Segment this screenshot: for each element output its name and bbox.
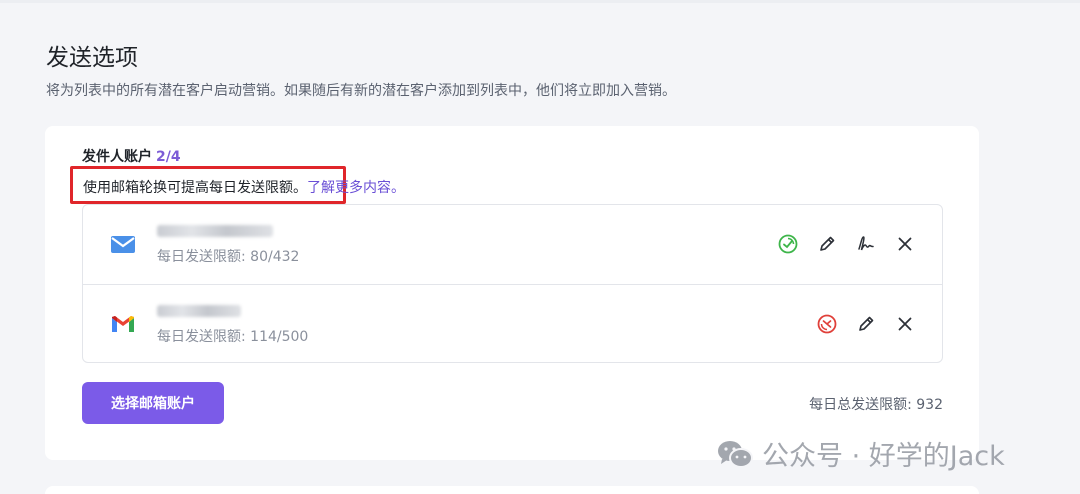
edit-pencil-icon[interactable] [855,313,877,335]
account-row: 每日发送限额: 80/432 [83,205,942,284]
remove-close-icon[interactable] [894,233,916,255]
account-list: 每日发送限额: 80/432 每日发送限额: 114/500 [82,204,943,363]
next-section-card [45,486,979,494]
paused-status-icon[interactable] [816,313,838,335]
select-mailbox-button[interactable]: 选择邮箱账户 [82,382,224,424]
mailbox-rotation-hint: 使用邮箱轮换可提高每日发送限额。了解更多内容。 [83,177,405,197]
wechat-icon [718,440,753,468]
account-actions [777,233,916,255]
account-row: 每日发送限额: 114/500 [83,284,942,363]
account-email-redacted [157,225,273,237]
total-daily-limit: 每日总发送限额: 932 [809,397,943,413]
watermark: 公众号 · 好学的Jack [716,434,1005,473]
sender-accounts-count: 2/4 [156,149,181,165]
sender-accounts-label: 发件人账户 [82,149,152,165]
send-options-page: 发送选项 将为列表中的所有潜在客户启动营销。如果随后有新的潜在客户添加到列表中，… [0,0,1080,494]
page-title: 发送选项 [46,45,138,71]
edit-pencil-icon[interactable] [816,233,838,255]
account-actions [816,313,916,335]
hint-text: 使用邮箱轮换可提高每日发送限额。 [83,180,307,196]
watermark-text: 公众号 · 好学的Jack [762,441,1005,472]
sender-accounts-card: 发件人账户 2/4 使用邮箱轮换可提高每日发送限额。了解更多内容。 每日发送限额:… [45,126,979,460]
account-daily-limit: 每日发送限额: 114/500 [157,329,309,345]
learn-more-link[interactable]: 了解更多内容。 [307,180,405,196]
account-daily-limit: 每日发送限额: 80/432 [157,249,300,265]
page-subtitle: 将为列表中的所有潜在客户启动营销。如果随后有新的潜在客户添加到列表中，他们将立即… [46,83,676,99]
sender-accounts-heading: 发件人账户 2/4 [82,146,181,166]
signature-icon[interactable] [855,233,877,255]
gmail-icon [112,316,134,332]
account-email-redacted [157,305,241,317]
envelope-icon [111,236,135,253]
active-status-icon[interactable] [777,233,799,255]
top-divider [0,0,1080,3]
remove-close-icon[interactable] [894,313,916,335]
